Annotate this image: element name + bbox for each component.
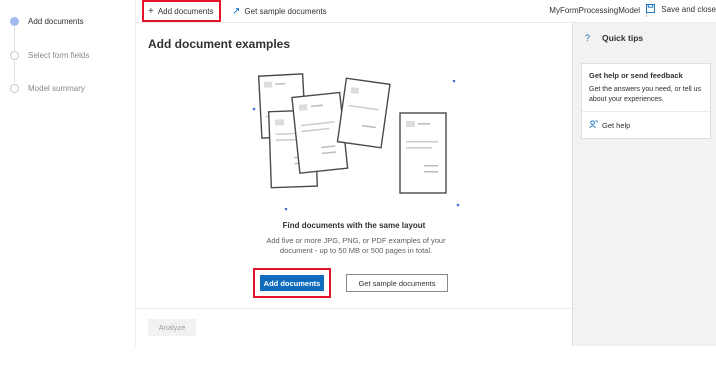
quick-tips-header: ? Quick tips	[585, 33, 643, 43]
bottom-margin	[0, 346, 716, 371]
step-label: Add documents	[28, 17, 84, 26]
save-and-close-button[interactable]: Save and close	[646, 4, 716, 15]
step-indicator	[10, 51, 19, 60]
card-description: Get the answers you need, or tell us abo…	[589, 86, 702, 103]
step-label: Select form fields	[28, 51, 90, 60]
get-help-label: Get help	[602, 121, 631, 130]
empty-state-title: Find documents with the same layout	[282, 221, 426, 230]
quick-tips-title: Quick tips	[602, 33, 644, 43]
model-name: MyFormProcessingModel	[549, 6, 640, 15]
step-indicator	[10, 84, 19, 93]
step-model-summary[interactable]: Model summary	[10, 84, 85, 93]
step-select-form-fields[interactable]: Select form fields	[10, 51, 89, 60]
question-icon: ?	[585, 33, 591, 43]
steps-sidebar: Add documents Select form fields Model s…	[0, 0, 136, 346]
save-and-close-label: Save and close	[661, 5, 716, 14]
help-person-icon	[589, 120, 598, 131]
step-connector	[14, 61, 15, 83]
footer-divider	[136, 308, 572, 309]
add-documents-toolbar-button[interactable]: + Add documents	[148, 3, 213, 19]
step-connector	[14, 27, 15, 50]
page-title: Add document examples	[148, 37, 291, 51]
step-label: Model summary	[28, 84, 85, 93]
add-documents-button[interactable]: Add documents	[260, 275, 324, 291]
step-add-documents[interactable]: Add documents	[10, 17, 84, 26]
get-sample-documents-toolbar-button[interactable]: ↗ Get sample documents	[232, 3, 327, 19]
save-icon	[646, 4, 656, 15]
get-help-link[interactable]: Get help	[589, 120, 630, 131]
get-sample-documents-button[interactable]: Get sample documents	[346, 274, 448, 292]
quick-tips-panel: ? Quick tips Get help or send feedback G…	[572, 23, 716, 346]
add-documents-label: Add documents	[157, 6, 214, 16]
arrow-up-right-icon: ↗	[232, 5, 241, 17]
empty-state-description: Add five or more JPG, PNG, or PDF exampl…	[266, 236, 446, 255]
command-bar: + Add documents ↗ Get sample documents M…	[136, 0, 716, 23]
get-sample-label: Get sample documents	[244, 6, 327, 16]
documents-illustration	[246, 71, 486, 217]
main-content: Add document examples Find documents wit…	[136, 23, 572, 346]
help-feedback-card: Get help or send feedback Get the answer…	[581, 63, 711, 139]
card-title: Get help or send feedback	[589, 71, 683, 80]
card-divider	[582, 111, 710, 112]
step-indicator	[10, 17, 19, 26]
analyze-button[interactable]: Analyze	[148, 319, 196, 336]
plus-icon: +	[148, 5, 154, 17]
